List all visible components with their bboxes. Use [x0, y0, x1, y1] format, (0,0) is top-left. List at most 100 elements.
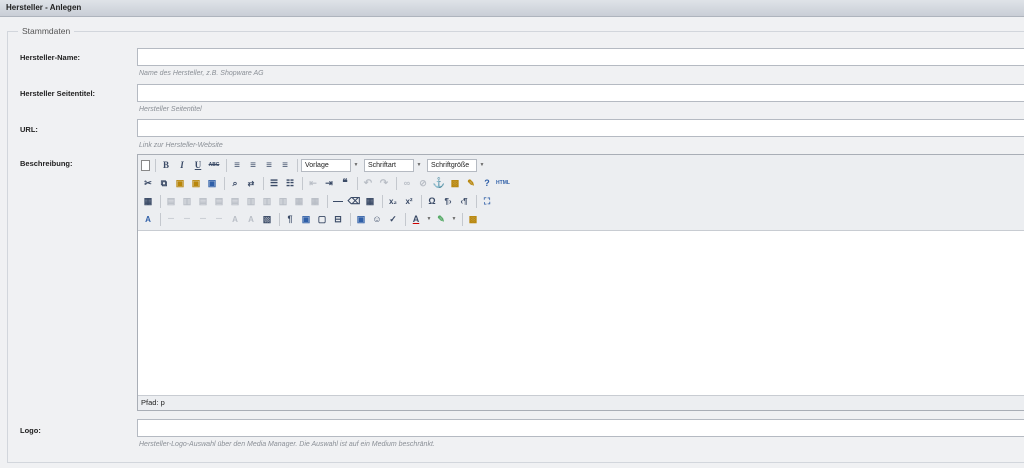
attribs-icon[interactable]: A	[244, 212, 258, 226]
toolbar-separator	[405, 212, 406, 226]
cleanup-icon[interactable]: ✎	[464, 176, 478, 190]
html-icon[interactable]: HTML	[496, 176, 510, 190]
unlink-icon[interactable]: ⊘	[416, 176, 430, 190]
template-icon[interactable]: ▧	[260, 212, 274, 226]
col-before-icon[interactable]: ▥	[244, 194, 258, 208]
abbr-icon[interactable]: —	[180, 212, 194, 226]
editor-statusbar: Pfad: p	[138, 395, 1024, 410]
anchor-icon[interactable]: ⚓	[432, 176, 446, 190]
format-select[interactable]: Vorlage	[301, 158, 351, 172]
image-icon[interactable]: ▩	[448, 176, 462, 190]
toolbar-separator	[279, 212, 280, 226]
toolbar-row-2: ✂ ⧉ ▣ ▣ ▣ ⌕ ⇄ ☰ ☷ ⇤ ⇥ ❝ ↶ ↷ ∞ ⊘ ⚓ ▩ ✎ ? …	[141, 175, 512, 191]
split-cells-icon[interactable]: ▦	[292, 194, 306, 208]
editor-content-area[interactable]	[138, 232, 1024, 396]
font-size-select[interactable]: Schriftgröße	[427, 158, 477, 172]
name-label: Hersteller-Name:	[20, 53, 81, 62]
bullet-list-icon[interactable]: ☰	[267, 176, 281, 190]
text-color-icon[interactable]: A	[409, 212, 423, 226]
name-input[interactable]	[137, 48, 1024, 66]
align-right-icon[interactable]: ≡	[262, 158, 276, 172]
bg-color-icon[interactable]: ✎	[434, 212, 448, 226]
chevron-down-icon[interactable]: ▼	[352, 159, 360, 172]
copy-icon[interactable]: ⧉	[157, 176, 171, 190]
chevron-down-icon[interactable]: ▼	[478, 159, 486, 172]
help-icon[interactable]: ?	[480, 176, 494, 190]
pagebreak-icon[interactable]: ⊟	[331, 212, 345, 226]
preview-icon[interactable]: ▢	[315, 212, 329, 226]
bold-icon[interactable]: B	[159, 158, 173, 172]
row-before-icon[interactable]: ▤	[196, 194, 210, 208]
name-hint: Name des Hersteller, z.B. Shopware AG	[139, 70, 264, 77]
logo-hint: Hersteller-Logo-Auswahl über den Media M…	[139, 441, 435, 448]
toolbar-separator	[302, 176, 303, 190]
paste-icon[interactable]: ▣	[173, 176, 187, 190]
rtl-icon[interactable]: ‹¶	[457, 194, 471, 208]
ins-icon[interactable]: A	[228, 212, 242, 226]
paste-text-icon[interactable]: ▣	[189, 176, 203, 190]
chevron-down-icon[interactable]: ▼	[415, 159, 423, 172]
status-path-element[interactable]: p	[161, 398, 165, 407]
indent-icon[interactable]: ⇥	[322, 176, 336, 190]
ltr-icon[interactable]: ¶›	[441, 194, 455, 208]
align-center-icon[interactable]: ≡	[246, 158, 260, 172]
del-icon[interactable]: —	[212, 212, 226, 226]
seitentitel-input[interactable]	[137, 84, 1024, 102]
toolbar-separator	[350, 212, 351, 226]
replace-icon[interactable]: ⇄	[244, 176, 258, 190]
delete-row-icon[interactable]: ▤	[228, 194, 242, 208]
window-title: Hersteller - Anlegen	[6, 3, 82, 12]
logo-label: Logo:	[20, 426, 41, 435]
strikethrough-icon[interactable]: ABC	[207, 158, 221, 172]
font-select[interactable]: Schriftart	[364, 158, 414, 172]
special-char-icon[interactable]: Ω	[425, 194, 439, 208]
paste-word-icon[interactable]: ▣	[205, 176, 219, 190]
fullscreen-icon[interactable]: ⛶	[480, 194, 494, 208]
seitentitel-label: Hersteller Seitentitel:	[20, 89, 96, 98]
align-left-icon[interactable]: ≡	[230, 158, 244, 172]
col-after-icon[interactable]: ▥	[260, 194, 274, 208]
table-icon[interactable]: ▦	[141, 194, 155, 208]
undo-icon[interactable]: ↶	[361, 176, 375, 190]
styles-icon[interactable]: A	[141, 212, 155, 226]
cite-icon[interactable]: —	[164, 212, 178, 226]
remove-format-icon[interactable]: ⌫	[347, 194, 361, 208]
emotions-icon[interactable]: ☺	[370, 212, 384, 226]
new-document-icon[interactable]	[141, 159, 150, 171]
chevron-down-icon[interactable]: ▼	[425, 213, 433, 226]
cell-props-icon[interactable]: ▥	[180, 194, 194, 208]
delete-col-icon[interactable]: ▥	[276, 194, 290, 208]
toolbar-separator	[263, 176, 264, 190]
logo-input[interactable]	[137, 419, 1024, 437]
merge-cells-icon[interactable]: ▦	[308, 194, 322, 208]
spellcheck-icon[interactable]: ✓	[386, 212, 400, 226]
toolbar-separator	[226, 158, 227, 172]
link-icon[interactable]: ∞	[400, 176, 414, 190]
superscript-icon[interactable]: x²	[402, 194, 416, 208]
media-manager-icon[interactable]: ▩	[466, 212, 480, 226]
url-input[interactable]	[137, 119, 1024, 137]
row-after-icon[interactable]: ▤	[212, 194, 226, 208]
window-titlebar: Hersteller - Anlegen	[0, 0, 1024, 17]
visual-aid-icon[interactable]: ▦	[363, 194, 377, 208]
blockquote-icon[interactable]: ❝	[338, 176, 352, 190]
toolbar-separator	[421, 194, 422, 208]
seitentitel-hint: Hersteller Seitentitel	[139, 106, 202, 113]
align-justify-icon[interactable]: ≡	[278, 158, 292, 172]
redo-icon[interactable]: ↷	[377, 176, 391, 190]
subscript-icon[interactable]: x₂	[386, 194, 400, 208]
horizontal-rule-icon[interactable]: —	[331, 194, 345, 208]
row-props-icon[interactable]: ▤	[164, 194, 178, 208]
chevron-down-icon[interactable]: ▼	[450, 213, 458, 226]
code-icon[interactable]: ▣	[354, 212, 368, 226]
outdent-icon[interactable]: ⇤	[306, 176, 320, 190]
cut-icon[interactable]: ✂	[141, 176, 155, 190]
toolbar-row-3: ▦ ▤ ▥ ▤ ▤ ▤ ▥ ▥ ▥ ▦ ▦ — ⌫ ▦ x₂ x² Ω ¶› ‹…	[141, 193, 496, 209]
media-icon[interactable]: ▣	[299, 212, 313, 226]
find-icon[interactable]: ⌕	[228, 176, 242, 190]
underline-icon[interactable]: U	[191, 158, 205, 172]
show-blocks-icon[interactable]: ¶	[283, 212, 297, 226]
numbered-list-icon[interactable]: ☷	[283, 176, 297, 190]
acronym-icon[interactable]: —	[196, 212, 210, 226]
italic-icon[interactable]: I	[175, 158, 189, 172]
